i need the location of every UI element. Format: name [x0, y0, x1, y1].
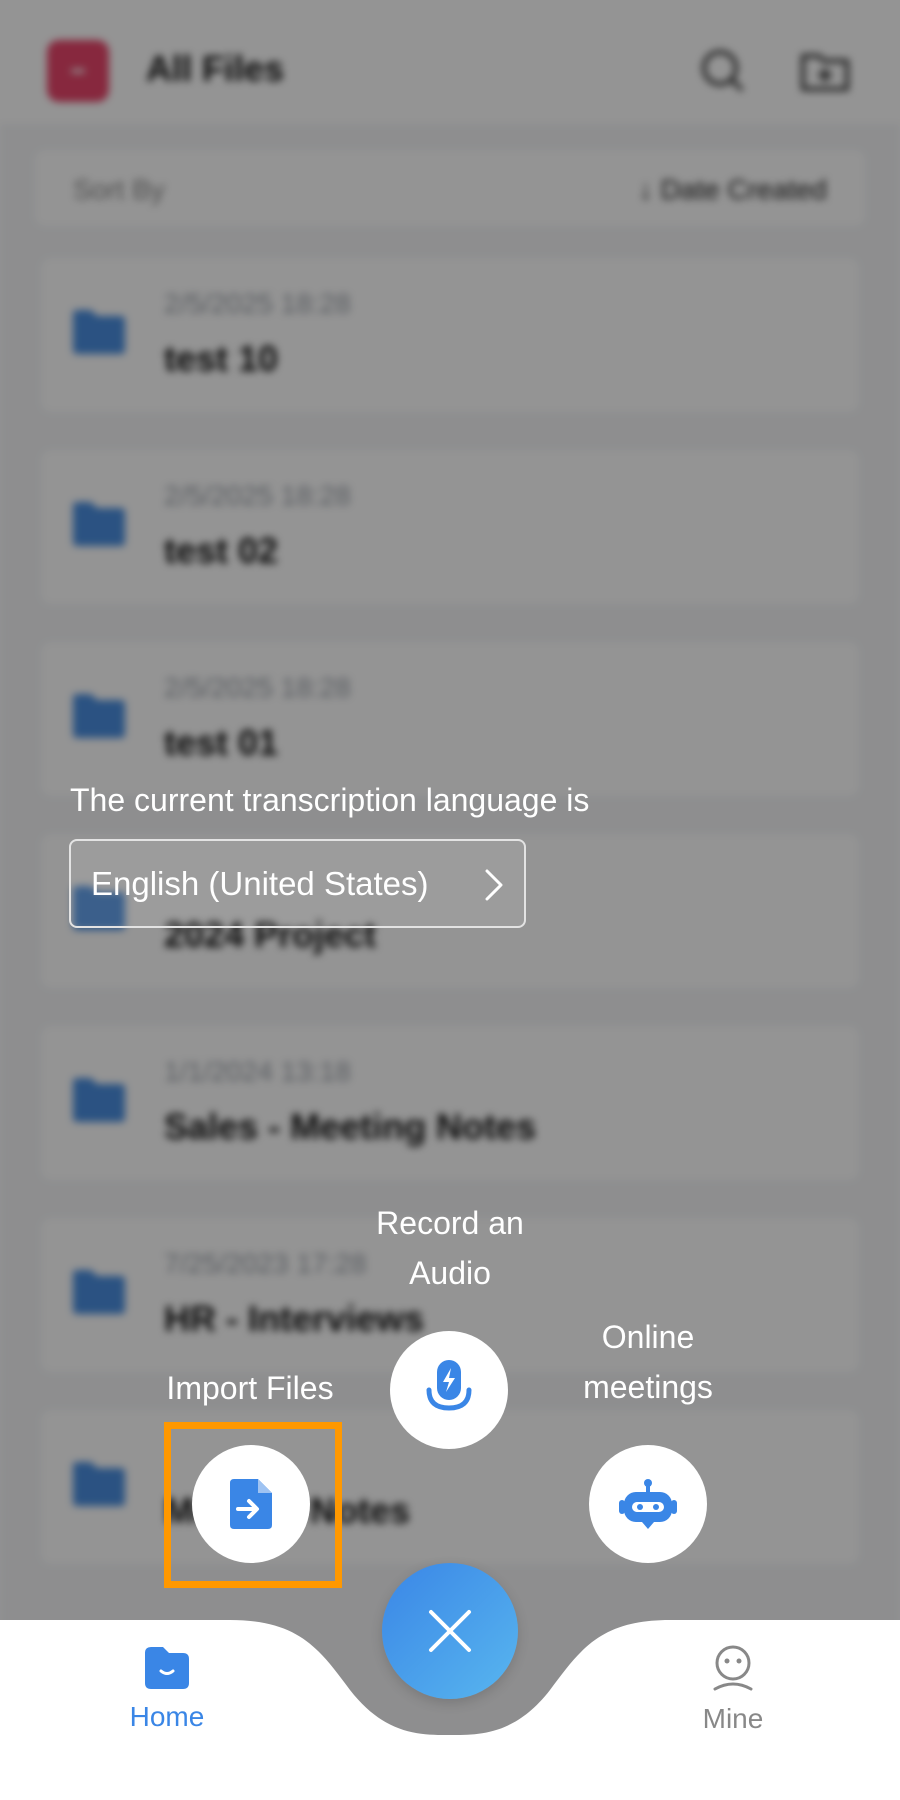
robot-icon [619, 1479, 677, 1529]
online-meetings-label: Online meetings [583, 1319, 713, 1405]
record-audio-button[interactable] [390, 1331, 508, 1449]
user-face-icon [713, 1645, 753, 1691]
close-icon [429, 1610, 471, 1652]
chevron-right-icon [485, 869, 503, 901]
nav-mine-label: Mine [702, 1703, 764, 1734]
home-folder-icon [145, 1647, 189, 1689]
import-file-icon [230, 1479, 272, 1529]
transcription-language-button[interactable]: English (United States) [69, 839, 526, 928]
import-files-button[interactable] [192, 1445, 310, 1563]
nav-mine[interactable]: Mine [663, 1645, 803, 1755]
online-meetings-button[interactable] [589, 1445, 707, 1563]
language-label: English (United States) [91, 864, 429, 902]
close-menu-button[interactable] [382, 1563, 518, 1699]
nav-home[interactable]: Home [97, 1645, 237, 1755]
import-files-label: Import Files [166, 1370, 334, 1406]
nav-home-label: Home [129, 1701, 205, 1732]
record-audio-label: Record an Audio [376, 1205, 524, 1291]
transcription-language-notice: The current transcription language is [70, 782, 590, 818]
microphone-icon [426, 1360, 472, 1411]
